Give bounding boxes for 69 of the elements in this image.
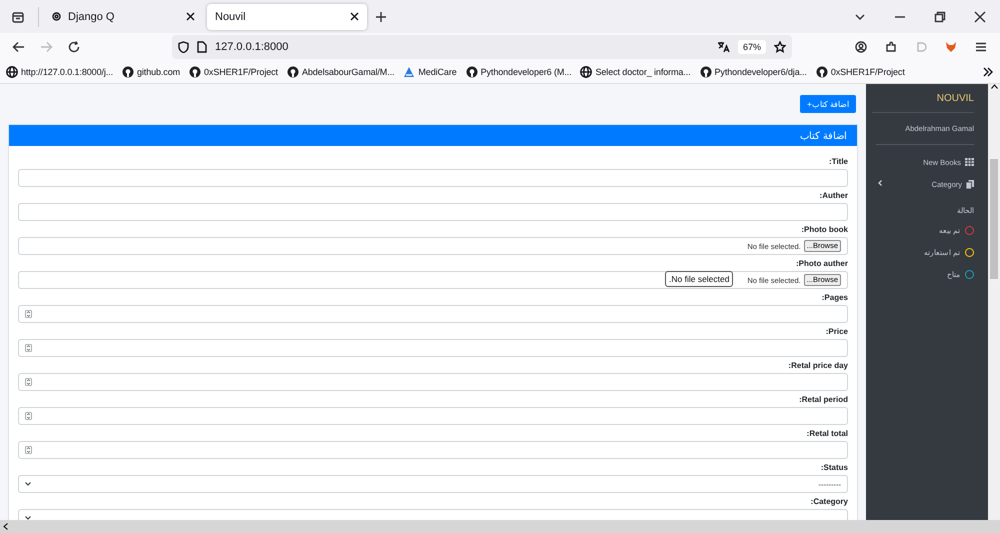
field-label: :Retal period [798,394,848,406]
bookmark-link[interactable]: Pythondeveloper6/dja... [700,66,807,78]
field-label: :Auther [818,190,848,202]
scroll-up-icon[interactable] [990,84,998,89]
shield-icon [178,41,189,53]
tab-list-icon[interactable] [11,10,25,24]
field-label: :Status [820,462,848,474]
bookmark-link[interactable]: AbdelsabourGamal/M... [286,66,394,78]
number-input[interactable] [18,407,848,425]
scroll-left-icon[interactable] [3,523,8,530]
close-icon[interactable] [186,12,195,21]
field-label: :Retal price day [787,360,848,372]
reload-icon[interactable] [68,41,80,53]
field-label: :Price [824,326,848,338]
bookmark-link[interactable]: http://127.0.0.1:8000/j... [6,66,113,78]
back-arrow-icon[interactable] [12,41,24,53]
number-input[interactable] [18,305,848,323]
horizontal-scrollbar[interactable] [0,520,1000,533]
number-input[interactable] [18,373,848,391]
brand-title[interactable]: NOUVIL [872,84,974,113]
field-label: :Pages [820,292,848,304]
zoom-level[interactable]: 67% [738,40,766,54]
scrollbar-thumb[interactable] [990,159,998,279]
star-icon[interactable] [774,41,786,53]
card-title: اضافة كتاب [800,130,847,142]
field-label: :Title [828,156,848,168]
chevron-down-icon [25,482,31,486]
globe-icon [580,66,592,78]
close-icon[interactable] [974,10,986,22]
menu-icon[interactable] [975,41,987,53]
account-icon[interactable] [855,41,867,53]
double-chevron-icon[interactable] [982,66,994,78]
spinner-icon[interactable] [25,344,32,352]
field-label: :Photo book [800,224,848,236]
bookmark-link[interactable]: MediCare [403,66,457,78]
bookmark-link[interactable]: github.com [122,66,180,78]
spinner-icon[interactable] [25,378,32,386]
field-label: :Retal total [806,428,848,440]
bookmark-link[interactable]: Pythondeveloper6 (M... [466,66,572,78]
page-icon [197,41,207,53]
translate-icon[interactable] [716,41,730,53]
add-book-button[interactable]: +اضافة كتاب [800,95,856,113]
spinner-icon[interactable] [25,446,32,454]
restore-icon[interactable] [934,10,946,22]
vertical-scrollbar[interactable] [988,84,1000,520]
fox-icon[interactable] [945,41,957,53]
text-input[interactable] [18,203,848,221]
spinner-icon[interactable] [25,310,32,318]
field-label: :Category [810,496,848,508]
number-input[interactable] [18,441,848,459]
globe-icon [6,66,18,78]
puzzle-icon[interactable] [885,41,897,53]
number-input[interactable] [18,339,848,357]
field-label: :Photo auther [795,258,848,270]
spinner-icon[interactable] [25,412,32,420]
copy-icon [966,180,974,188]
tooltip: .No file selected [665,271,734,287]
bookmark-link[interactable]: 0xSHER1F/Project [816,66,905,78]
url-text[interactable]: 127.0.0.1:8000 [215,41,709,53]
close-icon[interactable] [350,12,359,21]
bookmark-link[interactable]: 0xSHER1F/Project [189,66,278,78]
browser-tab[interactable]: Nouvil [207,4,367,30]
text-input[interactable] [18,169,848,187]
chevron-down-icon [25,516,31,520]
triangle-logo-icon [403,66,416,78]
browser-tab[interactable]: Django Q [43,4,203,30]
plus-icon[interactable] [375,10,387,22]
bookmark-link[interactable]: Select doctor_ informa... [580,66,691,78]
grid-icon [965,158,974,166]
